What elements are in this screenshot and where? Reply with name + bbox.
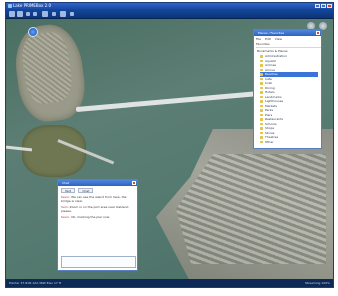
places-item-label: Cafe [265, 76, 272, 81]
places-item-label: Aquatic [265, 58, 277, 63]
back-icon[interactable] [9, 11, 15, 17]
folder-icon [260, 55, 263, 58]
folder-icon [260, 100, 263, 103]
main-toolbar [6, 9, 333, 19]
places-item-label: Airlines [265, 63, 277, 67]
close-icon[interactable] [132, 181, 136, 185]
places-item-label: Crab [265, 81, 273, 85]
tab-chat[interactable]: Chat [78, 188, 94, 193]
chat-title: Chat [62, 181, 70, 185]
folder-icon [260, 91, 263, 94]
places-item-label: Landmarks [265, 94, 282, 99]
places-title-bar[interactable]: Places / Favorites [254, 30, 321, 36]
favorites-button[interactable]: Favorites [256, 42, 270, 46]
folder-icon [260, 73, 263, 76]
places-item-label: Restaurants [265, 117, 283, 121]
places-item-label: Other [265, 139, 274, 144]
places-item-label: Lighthouses [265, 99, 284, 103]
folder-icon [260, 140, 263, 143]
maximize-button[interactable] [321, 4, 326, 8]
places-item-label: Piers [265, 112, 273, 117]
pointer-readout: Pointer 37.81N 122.36W Elev 17 ft [9, 281, 61, 285]
folder-icon [260, 113, 263, 116]
places-item-label: Shops [265, 126, 275, 130]
folder-icon [260, 64, 263, 67]
chat-title-bar[interactable]: Chat [58, 180, 137, 186]
chat-input[interactable] [61, 256, 136, 268]
places-toolbar: Favorites [256, 42, 321, 48]
refresh-icon[interactable] [33, 12, 37, 16]
home-icon[interactable] [26, 12, 30, 16]
forward-icon[interactable] [17, 11, 23, 17]
menu-edit[interactable]: Edit [265, 37, 271, 41]
chat-tabs: Text Chat [61, 188, 95, 193]
folder-icon [260, 109, 263, 112]
places-panel: Places / Favorites File Edit View Favori… [253, 29, 322, 149]
folder-icon [260, 59, 263, 62]
places-item[interactable]: Other [260, 140, 318, 145]
folder-icon [260, 95, 263, 98]
places-item-label: Stores [265, 130, 275, 135]
chat-message: Sam: Zoom in on the port area near Oakla… [61, 205, 129, 213]
places-item-label: Alcove [265, 67, 275, 72]
chat-log: Kevin: We can see the island from here, … [61, 195, 136, 253]
tab-text[interactable]: Text [61, 188, 76, 193]
folder-icon [260, 136, 263, 139]
search-icon[interactable] [42, 11, 48, 17]
places-item-label: Hotels [265, 90, 275, 94]
folder-icon [260, 118, 263, 121]
places-item-label: Markets [265, 103, 277, 108]
folder-icon [260, 77, 263, 80]
places-item-label: Administration [265, 54, 287, 58]
places-list: Administration Aquatic Airlines Alcove Beach… [260, 54, 318, 144]
minimize-button[interactable] [315, 4, 320, 8]
folder-icon [260, 86, 263, 89]
menu-file[interactable]: File [256, 37, 261, 41]
chat-message: Kevin: Ok, marking the pier now. [61, 215, 111, 219]
close-button[interactable] [327, 4, 332, 8]
places-root-folder[interactable]: Bookmarks & Places [257, 49, 288, 53]
folder-icon [260, 127, 263, 130]
streaming-status: Streaming 100% [304, 281, 330, 285]
chat-message: Kevin: We can see the island from here, … [61, 195, 127, 203]
places-item-label: Beaches [265, 72, 278, 76]
chat-window: Chat Text Chat Kevin: We can see the isl… [57, 179, 138, 271]
places-item-label: Dining [265, 85, 275, 90]
folder-icon [260, 68, 263, 71]
folder-icon [260, 122, 263, 125]
print-icon[interactable] [70, 12, 74, 16]
places-item-label: Schools [265, 121, 277, 126]
layers-icon[interactable] [52, 12, 56, 16]
folder-icon [260, 104, 263, 107]
status-bar: Pointer 37.81N 122.36W Elev 17 ft Stream… [6, 279, 333, 287]
close-icon[interactable] [316, 31, 320, 35]
app-icon [8, 4, 12, 8]
folder-icon [260, 82, 263, 85]
places-item-label: Parks [265, 108, 274, 112]
measure-icon[interactable] [60, 11, 66, 17]
compass-icon[interactable] [28, 27, 38, 37]
menu-view[interactable]: View [275, 37, 282, 41]
folder-icon [260, 131, 263, 134]
places-title: Places / Favorites [258, 31, 285, 35]
places-item-label: Theatres [265, 135, 279, 139]
